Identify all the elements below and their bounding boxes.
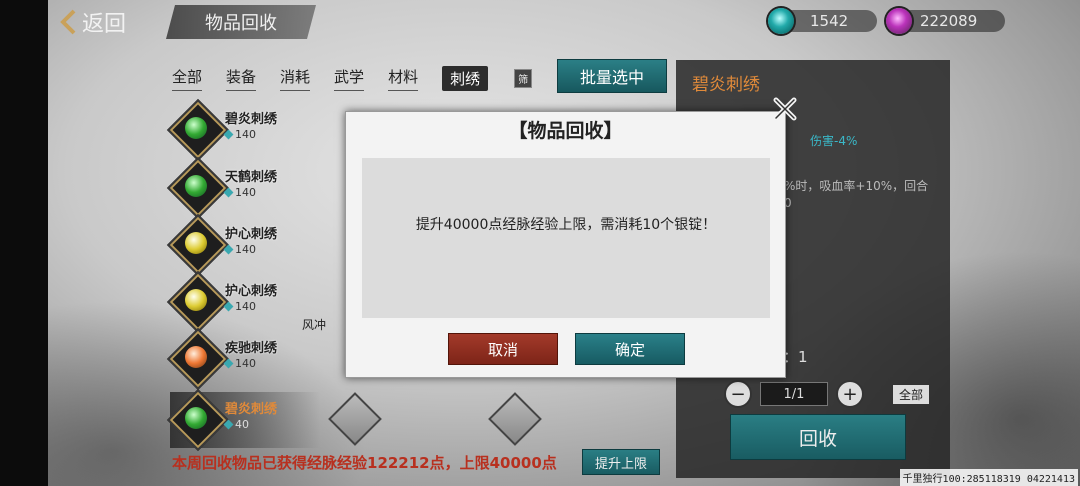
- category-tabs: 全部 装备 消耗 武学 材料 刺绣 筛: [172, 66, 533, 91]
- gem-icon: [223, 419, 234, 430]
- embroidery-icon: [185, 175, 207, 197]
- confirm-button[interactable]: 确定: [575, 333, 685, 365]
- teal-coin-icon: [768, 8, 794, 34]
- currency-a-value: 1542: [810, 12, 849, 30]
- dialog-body: 提升40000点经脉经验上限，需消耗10个银锭！: [362, 158, 770, 318]
- select-all-button[interactable]: 全部: [892, 383, 931, 405]
- gem-icon: [223, 301, 234, 312]
- detail-stat: 伤害-4%: [810, 134, 858, 148]
- tab-consumable[interactable]: 消耗: [280, 66, 311, 91]
- embroidery-icon: [185, 407, 207, 429]
- item-name: 护心刺绣: [225, 227, 278, 242]
- weekly-notice: 本周回收物品已获得经脉经验122212点，上限40000点: [172, 454, 557, 472]
- item-price: 40: [223, 418, 249, 431]
- gem-icon: [223, 244, 234, 255]
- item-name: 碧炎刺绣: [225, 402, 278, 417]
- detail-description: %时，吸血率+10%，回合 0: [784, 179, 929, 210]
- list-item[interactable]: 碧炎刺绣 140: [166, 98, 320, 162]
- tab-equipment[interactable]: 装备: [226, 66, 257, 91]
- chevron-left-icon: [60, 9, 76, 35]
- back-button[interactable]: 返回: [60, 6, 126, 38]
- item-name: 天鹤刺绣: [225, 170, 278, 185]
- item-name: 护心刺绣: [225, 284, 278, 299]
- item-price: 140: [223, 128, 256, 141]
- page-title: 物品回收: [166, 5, 316, 39]
- minus-button[interactable]: −: [724, 380, 752, 408]
- dialog-title: 【物品回收】: [508, 119, 623, 142]
- list-item[interactable]: 护心刺绣 140: [166, 270, 320, 334]
- currency-a: 1542: [768, 8, 877, 34]
- quantity-field[interactable]: 1/1: [760, 382, 828, 406]
- watermark: 千里独行100:285118319 04221413: [899, 469, 1078, 486]
- quantity-stepper: − 1/1 + 全部: [724, 380, 931, 408]
- gem-icon: [223, 358, 234, 369]
- item-price: 140: [223, 243, 256, 256]
- list-item-selected[interactable]: 碧炎刺绣 40: [166, 388, 320, 452]
- raise-limit-button[interactable]: 提升上限: [582, 449, 660, 475]
- cancel-button[interactable]: 取消: [448, 333, 558, 365]
- back-label: 返回: [82, 12, 127, 37]
- stray-label: 风冲: [302, 318, 327, 332]
- purple-coin-icon: [886, 8, 912, 34]
- plus-button[interactable]: +: [836, 380, 864, 408]
- close-icon[interactable]: [770, 94, 800, 124]
- currency-b: 222089: [886, 8, 1005, 34]
- batch-select-button[interactable]: 批量选中: [557, 59, 667, 93]
- item-price: 140: [223, 300, 256, 313]
- filter-badge[interactable]: 筛: [514, 69, 533, 88]
- currency-b-value: 222089: [920, 12, 978, 30]
- gem-icon: [223, 129, 234, 140]
- item-price: 140: [223, 186, 256, 199]
- detail-title: 碧炎刺绣: [692, 75, 760, 95]
- confirm-dialog: 【物品回收】 提升40000点经脉经验上限，需消耗10个银锭！ 取消 确定: [345, 111, 786, 378]
- tab-martial[interactable]: 武学: [334, 66, 365, 91]
- tab-all[interactable]: 全部: [172, 66, 203, 91]
- item-price: 140: [223, 357, 256, 370]
- embroidery-icon: [185, 232, 207, 254]
- top-bar: 返回 物品回收 1542 222089: [48, 0, 1080, 44]
- recycle-button[interactable]: 回收: [730, 414, 906, 460]
- gem-icon: [223, 187, 234, 198]
- list-item[interactable]: 疾驰刺绣 140: [166, 327, 320, 391]
- item-name: 疾驰刺绣: [225, 341, 278, 356]
- item-name: 碧炎刺绣: [225, 112, 278, 127]
- embroidery-icon: [185, 289, 207, 311]
- dialog-message: 提升40000点经脉经验上限，需消耗10个银锭！: [415, 217, 717, 233]
- list-item[interactable]: 护心刺绣 140: [166, 213, 320, 277]
- list-item[interactable]: 天鹤刺绣 140: [166, 156, 320, 220]
- tab-material[interactable]: 材料: [388, 66, 419, 91]
- embroidery-icon: [185, 346, 207, 368]
- embroidery-icon: [185, 117, 207, 139]
- tab-embroidery[interactable]: 刺绣: [442, 66, 489, 91]
